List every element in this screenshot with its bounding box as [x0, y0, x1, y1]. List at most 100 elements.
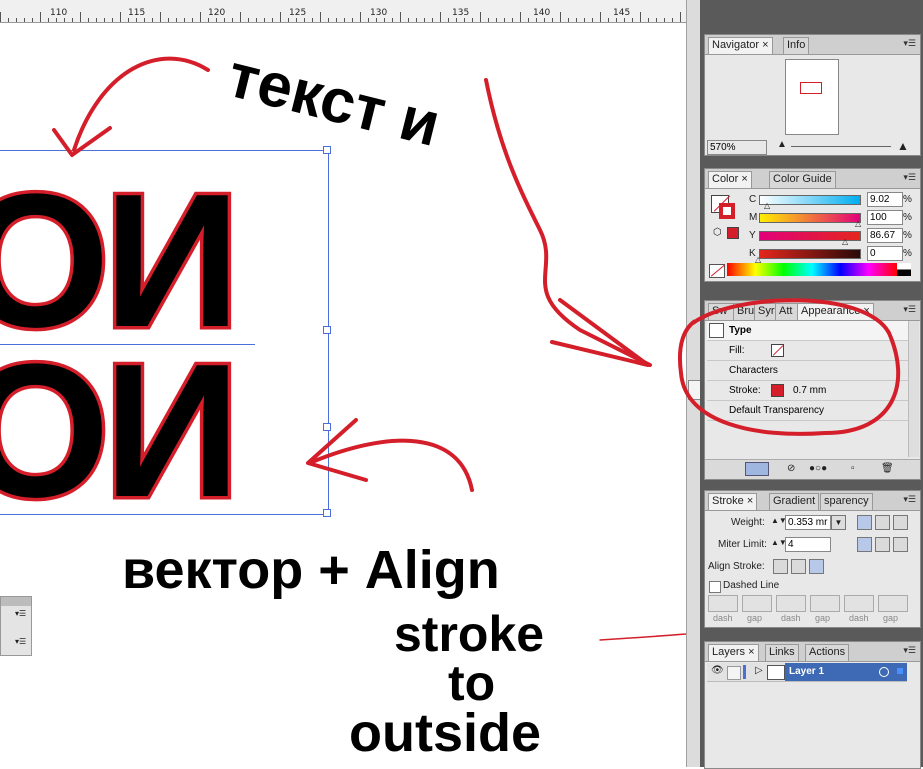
tab-color-guide[interactable]: Color Guide	[769, 171, 836, 188]
tab-navigator[interactable]: Navigator ×	[708, 37, 773, 54]
align-center-button[interactable]	[773, 559, 788, 574]
channel-unit: %	[903, 230, 912, 241]
annotation-arrows	[52, 56, 686, 641]
zoom-in-icon[interactable]: ▲	[897, 139, 909, 153]
channel-label: C	[749, 194, 757, 205]
zoom-out-icon[interactable]: ▲	[777, 139, 787, 150]
dash-field[interactable]	[776, 595, 806, 612]
channel-slider-thumb[interactable]: △	[855, 219, 861, 228]
channel-slider[interactable]	[759, 195, 861, 205]
join-round-button[interactable]	[875, 537, 890, 552]
dash-field[interactable]	[844, 595, 874, 612]
dashed-line-checkbox[interactable]	[709, 581, 721, 593]
dashed-line-label: Dashed Line	[723, 580, 780, 591]
tab-label: Layers	[712, 646, 746, 658]
tab-actions[interactable]: Actions	[805, 644, 850, 661]
color-spectrum[interactable]	[727, 263, 897, 276]
gap-label: gap	[815, 613, 831, 623]
annotation-circle	[678, 298, 901, 436]
reduce-basic-icon[interactable]: ●○●	[809, 463, 827, 474]
tab-label: Color	[712, 173, 739, 185]
gap-label: gap	[883, 613, 899, 623]
trash-icon[interactable]: 🗑	[881, 463, 894, 474]
cube-icon[interactable]: ⬡	[713, 227, 722, 238]
align-stroke-label: Align Stroke:	[708, 561, 765, 572]
miter-label: Miter Limit:	[718, 539, 767, 550]
layer-name-cell[interactable]: Layer 1	[785, 663, 907, 681]
eye-icon[interactable]: 👁	[711, 665, 724, 676]
cap-square-button[interactable]	[893, 515, 908, 530]
miter-field[interactable]: 4	[785, 537, 831, 552]
channel-slider[interactable]	[759, 249, 861, 259]
dash-label: dash	[849, 613, 869, 623]
tab-label: Color Guide	[773, 173, 832, 185]
duplicate-icon[interactable]: ▫	[851, 463, 855, 474]
floating-mini-panel[interactable]: ▾☰ ▾☰	[0, 596, 32, 656]
layer-name: Layer 1	[789, 666, 825, 677]
stroke-swatch[interactable]	[719, 203, 735, 219]
channel-slider[interactable]	[759, 213, 861, 223]
gap-field[interactable]	[878, 595, 908, 612]
tab-color[interactable]: Color ×	[708, 171, 752, 188]
arrow-head-left	[306, 418, 368, 482]
appearance-panel: Sw Bru Syr Att Appearance × ▾☰ Type Fill…	[678, 298, 921, 480]
tab-gradient[interactable]: Gradient	[769, 493, 820, 510]
arrow-head-right	[550, 298, 650, 367]
channel-value-field[interactable]: 86.67	[867, 228, 903, 243]
current-color-chip[interactable]	[727, 227, 739, 239]
gap-field[interactable]	[742, 595, 772, 612]
tab-transparency[interactable]: sparency	[820, 493, 873, 510]
layer-color-bar	[743, 665, 746, 679]
white-black-swatch[interactable]	[897, 263, 911, 276]
tab-layers[interactable]: Layers ×	[708, 644, 759, 661]
align-outside-button[interactable]	[809, 559, 824, 574]
dash-field[interactable]	[708, 595, 738, 612]
zoom-slider[interactable]	[791, 146, 891, 147]
color-panel: Color × Color Guide ▾☰ ⬡ C △ 9.02% M △ 100% Y △…	[704, 168, 921, 282]
weight-field[interactable]: 0.353 mr	[785, 515, 831, 530]
target-circle-icon[interactable]	[879, 667, 889, 677]
lock-toggle[interactable]	[727, 666, 741, 680]
panel-menu-icon[interactable]: ▾☰	[903, 495, 916, 505]
join-miter-button[interactable]	[857, 537, 872, 552]
stroke-panel: Stroke × Gradient sparency ▾☰ Weight: ▲▼…	[704, 490, 921, 628]
panel-menu-icon[interactable]: ▾☰	[15, 637, 26, 646]
arrow-to-box	[310, 438, 474, 492]
selection-indicator[interactable]	[897, 668, 903, 674]
tab-info[interactable]: Info	[783, 37, 810, 54]
join-bevel-button[interactable]	[893, 537, 908, 552]
cap-butt-button[interactable]	[857, 515, 872, 530]
weight-label: Weight:	[731, 517, 765, 528]
none-swatch[interactable]	[709, 264, 726, 278]
cap-round-button[interactable]	[875, 515, 890, 530]
layers-panel: Layers × Links Actions ▾☰ 👁 ▷ Layer 1	[704, 641, 921, 769]
new-art-icon[interactable]	[745, 462, 769, 476]
tab-label: sparency	[824, 495, 869, 507]
document-canvas[interactable]: 110 115 120 125 130 135 140 145 ОИ ОИ те…	[0, 0, 686, 767]
align-inside-button[interactable]	[791, 559, 806, 574]
channel-slider-thumb[interactable]: △	[764, 201, 770, 210]
clear-appearance-icon[interactable]: ⊘	[787, 463, 795, 474]
channel-unit: %	[903, 212, 912, 223]
panel-menu-icon[interactable]: ▾☰	[15, 609, 26, 618]
tab-stroke[interactable]: Stroke ×	[708, 493, 758, 510]
channel-value-field[interactable]: 9.02	[867, 192, 903, 207]
channel-value-field[interactable]: 100	[867, 210, 903, 225]
tab-label: Stroke	[712, 495, 744, 507]
navigator-thumbnail[interactable]	[785, 59, 839, 135]
channel-value-field[interactable]: 0	[867, 246, 903, 261]
zoom-field[interactable]: 570%	[707, 140, 767, 155]
panel-menu-icon[interactable]: ▾☰	[903, 646, 916, 656]
layer-row[interactable]: 👁 ▷ Layer 1	[707, 663, 907, 682]
tab-label: Actions	[809, 646, 846, 658]
gap-field[interactable]	[810, 595, 840, 612]
tab-links[interactable]: Links	[765, 644, 799, 661]
weight-dropdown[interactable]: ▼	[831, 515, 846, 530]
panel-menu-icon[interactable]: ▾☰	[903, 39, 916, 49]
tab-label: Gradient	[773, 495, 816, 507]
panel-menu-icon[interactable]: ▾☰	[903, 173, 916, 183]
arrow-to-text-top	[72, 56, 210, 152]
channel-slider-thumb[interactable]: △	[842, 237, 848, 246]
expand-triangle-icon[interactable]: ▷	[755, 665, 763, 676]
layer-thumbnail	[767, 665, 785, 680]
